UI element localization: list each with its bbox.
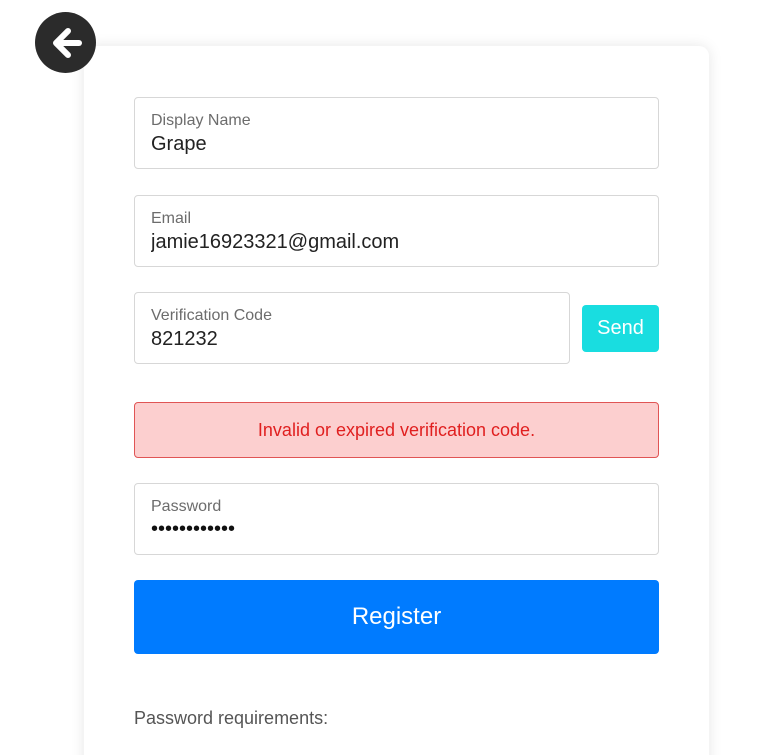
verification-code-input[interactable] [151,328,551,351]
error-message: Invalid or expired verification code. [257,419,536,440]
email-label: Email [151,210,192,227]
register-button[interactable]: Register [134,580,659,654]
send-code-button[interactable]: Send [582,305,659,352]
email-field[interactable]: Email [134,195,659,267]
error-alert: Invalid or expired verification code. [134,402,659,458]
display-name-field[interactable]: Display Name [134,97,659,169]
register-card: Display Name Email Verification Code Sen… [84,46,709,755]
password-requirements-heading: Password requirements: [134,708,329,728]
back-button[interactable] [35,12,96,73]
page: Display Name Email Verification Code Sen… [0,0,776,755]
arrow-left-icon [52,27,82,58]
password-field[interactable]: Password •••••••••••• [134,483,659,555]
display-name-label: Display Name [151,112,251,129]
password-input[interactable]: •••••••••••• [151,518,235,541]
verification-code-label: Verification Code [151,307,272,324]
verification-code-field[interactable]: Verification Code [134,292,570,364]
display-name-input[interactable] [151,133,631,156]
password-label: Password [151,498,222,515]
email-input[interactable] [151,231,631,254]
